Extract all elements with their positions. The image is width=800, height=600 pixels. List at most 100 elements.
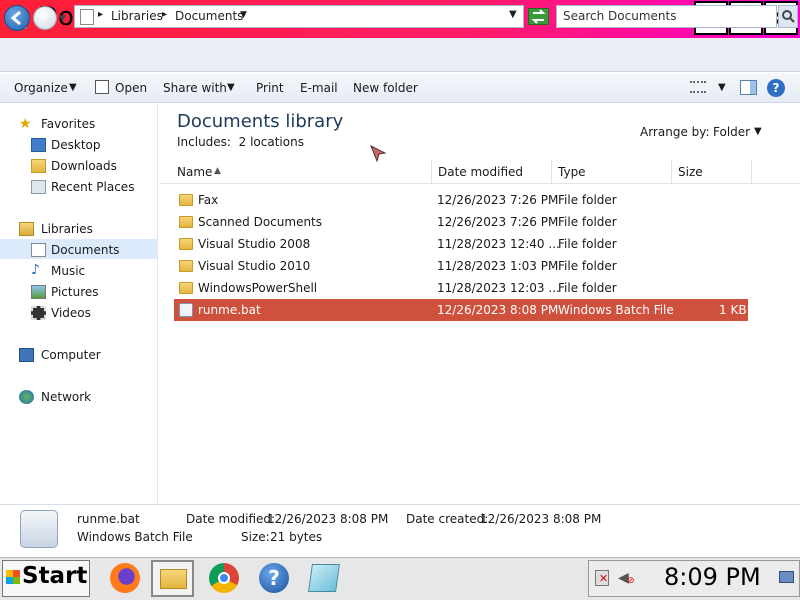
column-header-type[interactable]: Type xyxy=(558,165,586,179)
preview-pane-icon[interactable] xyxy=(740,80,757,95)
file-row-visual-studio-2008[interactable]: Visual Studio 2008 11/28/2023 12:40 ... … xyxy=(174,233,748,255)
folder-icon xyxy=(80,9,94,25)
nav-item-music[interactable]: Music xyxy=(51,264,85,278)
nav-item-videos[interactable]: Videos xyxy=(51,306,91,320)
refresh-button[interactable] xyxy=(528,8,549,25)
nav-item-pictures[interactable]: Pictures xyxy=(51,285,99,299)
start-label: Start xyxy=(22,563,88,589)
notepad-icon[interactable] xyxy=(302,560,345,597)
chrome-icon[interactable] xyxy=(203,560,246,597)
file-size: 1 KB xyxy=(719,303,747,317)
new-folder-button[interactable]: New folder xyxy=(353,81,418,95)
file-type: Windows Batch File xyxy=(558,303,674,317)
column-divider[interactable] xyxy=(751,160,752,184)
back-button[interactable] xyxy=(4,5,30,31)
nav-item-documents[interactable]: Documents xyxy=(51,243,119,257)
details-date-created[interactable]: 12/26/2023 8:08 PM xyxy=(480,512,601,526)
details-date-modified[interactable]: 12/26/2023 8:08 PM xyxy=(267,512,388,526)
column-header-size[interactable]: Size xyxy=(678,165,703,179)
address-bar xyxy=(0,38,800,72)
nav-item-network[interactable]: Network xyxy=(41,390,91,404)
search-icon xyxy=(782,10,795,23)
firefox-logo xyxy=(110,563,140,593)
nav-item-recent-places[interactable]: Recent Places xyxy=(51,180,134,194)
help-icon[interactable]: ? xyxy=(253,560,296,597)
file-row-windowspowershell[interactable]: WindowsPowerShell 11/28/2023 12:03 ... F… xyxy=(174,277,748,299)
file-date: 12/26/2023 8:08 PM xyxy=(437,303,559,317)
file-name: Visual Studio 2008 xyxy=(198,237,311,251)
arrange-by-label: Arrange by: xyxy=(640,125,710,139)
file-type: File folder xyxy=(558,259,617,273)
downloads-icon xyxy=(31,159,46,173)
nav-item-libraries[interactable]: Libraries xyxy=(41,222,93,236)
email-button[interactable]: E-mail xyxy=(300,81,338,95)
details-file-type: Windows Batch File xyxy=(77,530,193,544)
includes-locations-link[interactable]: 2 locations xyxy=(239,135,304,149)
recent-pages-dropdown[interactable]: ▼ xyxy=(59,14,66,24)
file-name: Scanned Documents xyxy=(198,215,323,229)
organize-button[interactable]: Organize xyxy=(14,81,68,95)
sort-ascending-icon: ▲ xyxy=(214,166,221,176)
forward-button[interactable] xyxy=(33,6,57,30)
folder-icon xyxy=(160,569,187,589)
file-name: WindowsPowerShell xyxy=(198,281,318,295)
file-explorer-icon[interactable] xyxy=(151,560,194,597)
computer-icon xyxy=(19,348,34,362)
chevron-down-icon[interactable]: ▼ xyxy=(240,10,247,20)
clock[interactable]: 8:09 PM xyxy=(664,563,761,591)
nav-item-downloads[interactable]: Downloads xyxy=(51,159,117,173)
firefox-icon[interactable] xyxy=(104,560,147,597)
music-icon: ♪ xyxy=(31,262,40,278)
change-view-icon[interactable] xyxy=(690,81,706,93)
library-includes: Includes: 2 locations xyxy=(177,135,304,149)
column-header-date[interactable]: Date modified xyxy=(438,165,523,179)
file-date: 11/28/2023 12:03 ... xyxy=(437,281,560,295)
file-name: runme.bat xyxy=(198,303,261,317)
open-icon xyxy=(95,80,109,94)
help-icon[interactable]: ? xyxy=(767,79,785,97)
details-date-created-label: Date created: xyxy=(406,512,489,526)
network-error-icon: ✕ xyxy=(599,572,609,585)
nav-item-computer[interactable]: Computer xyxy=(41,348,101,362)
batch-file-icon xyxy=(179,303,193,317)
column-divider[interactable] xyxy=(551,160,552,184)
folder-icon xyxy=(179,216,193,228)
file-name: Fax xyxy=(198,193,219,207)
column-divider[interactable] xyxy=(431,160,432,184)
nav-item-desktop[interactable]: Desktop xyxy=(51,138,101,152)
chrome-logo xyxy=(209,563,239,593)
column-header-name[interactable]: Name xyxy=(177,165,212,179)
chevron-right-icon[interactable]: ▸ xyxy=(162,9,167,20)
file-date: 12/26/2023 7:26 PM xyxy=(437,193,559,207)
file-row-visual-studio-2010[interactable]: Visual Studio 2010 11/28/2023 1:03 PM Fi… xyxy=(174,255,748,277)
breadcrumb-documents[interactable]: Documents xyxy=(175,9,243,23)
print-button[interactable]: Print xyxy=(256,81,284,95)
file-row-fax[interactable]: Fax 12/26/2023 7:26 PM File folder xyxy=(174,189,748,211)
chevron-down-icon[interactable]: ▼ xyxy=(227,82,235,93)
file-date: 11/28/2023 1:03 PM xyxy=(437,259,559,273)
file-type: File folder xyxy=(558,193,617,207)
breadcrumb-libraries[interactable]: Libraries xyxy=(111,9,163,23)
show-desktop-icon[interactable] xyxy=(779,571,794,583)
file-name: Visual Studio 2010 xyxy=(198,259,311,273)
star-icon: ★ xyxy=(19,116,32,132)
address-history-dropdown[interactable]: ▼ xyxy=(509,9,517,20)
chevron-down-icon[interactable]: ▼ xyxy=(754,126,762,137)
share-with-button[interactable]: Share with xyxy=(163,81,227,95)
network-icon xyxy=(19,390,34,404)
folder-icon xyxy=(179,194,193,206)
search-button[interactable] xyxy=(778,5,798,28)
arrange-by-dropdown[interactable]: Folder xyxy=(713,125,750,139)
chevron-down-icon[interactable]: ▼ xyxy=(69,82,77,93)
open-button[interactable]: Open xyxy=(115,81,147,95)
file-row-runme-bat[interactable]: runme.bat 12/26/2023 8:08 PM Windows Bat… xyxy=(174,299,748,321)
chevron-down-icon[interactable]: ▼ xyxy=(718,82,726,93)
refresh-icon xyxy=(531,9,546,24)
help-glyph: ? xyxy=(259,563,289,593)
details-date-modified-label: Date modified: xyxy=(186,512,276,526)
nav-item-favorites[interactable]: Favorites xyxy=(41,117,95,131)
column-divider[interactable] xyxy=(671,160,672,184)
file-row-scanned-documents[interactable]: Scanned Documents 12/26/2023 7:26 PM Fil… xyxy=(174,211,748,233)
chrome-center xyxy=(218,572,230,584)
chevron-right-icon[interactable]: ▸ xyxy=(98,9,103,20)
